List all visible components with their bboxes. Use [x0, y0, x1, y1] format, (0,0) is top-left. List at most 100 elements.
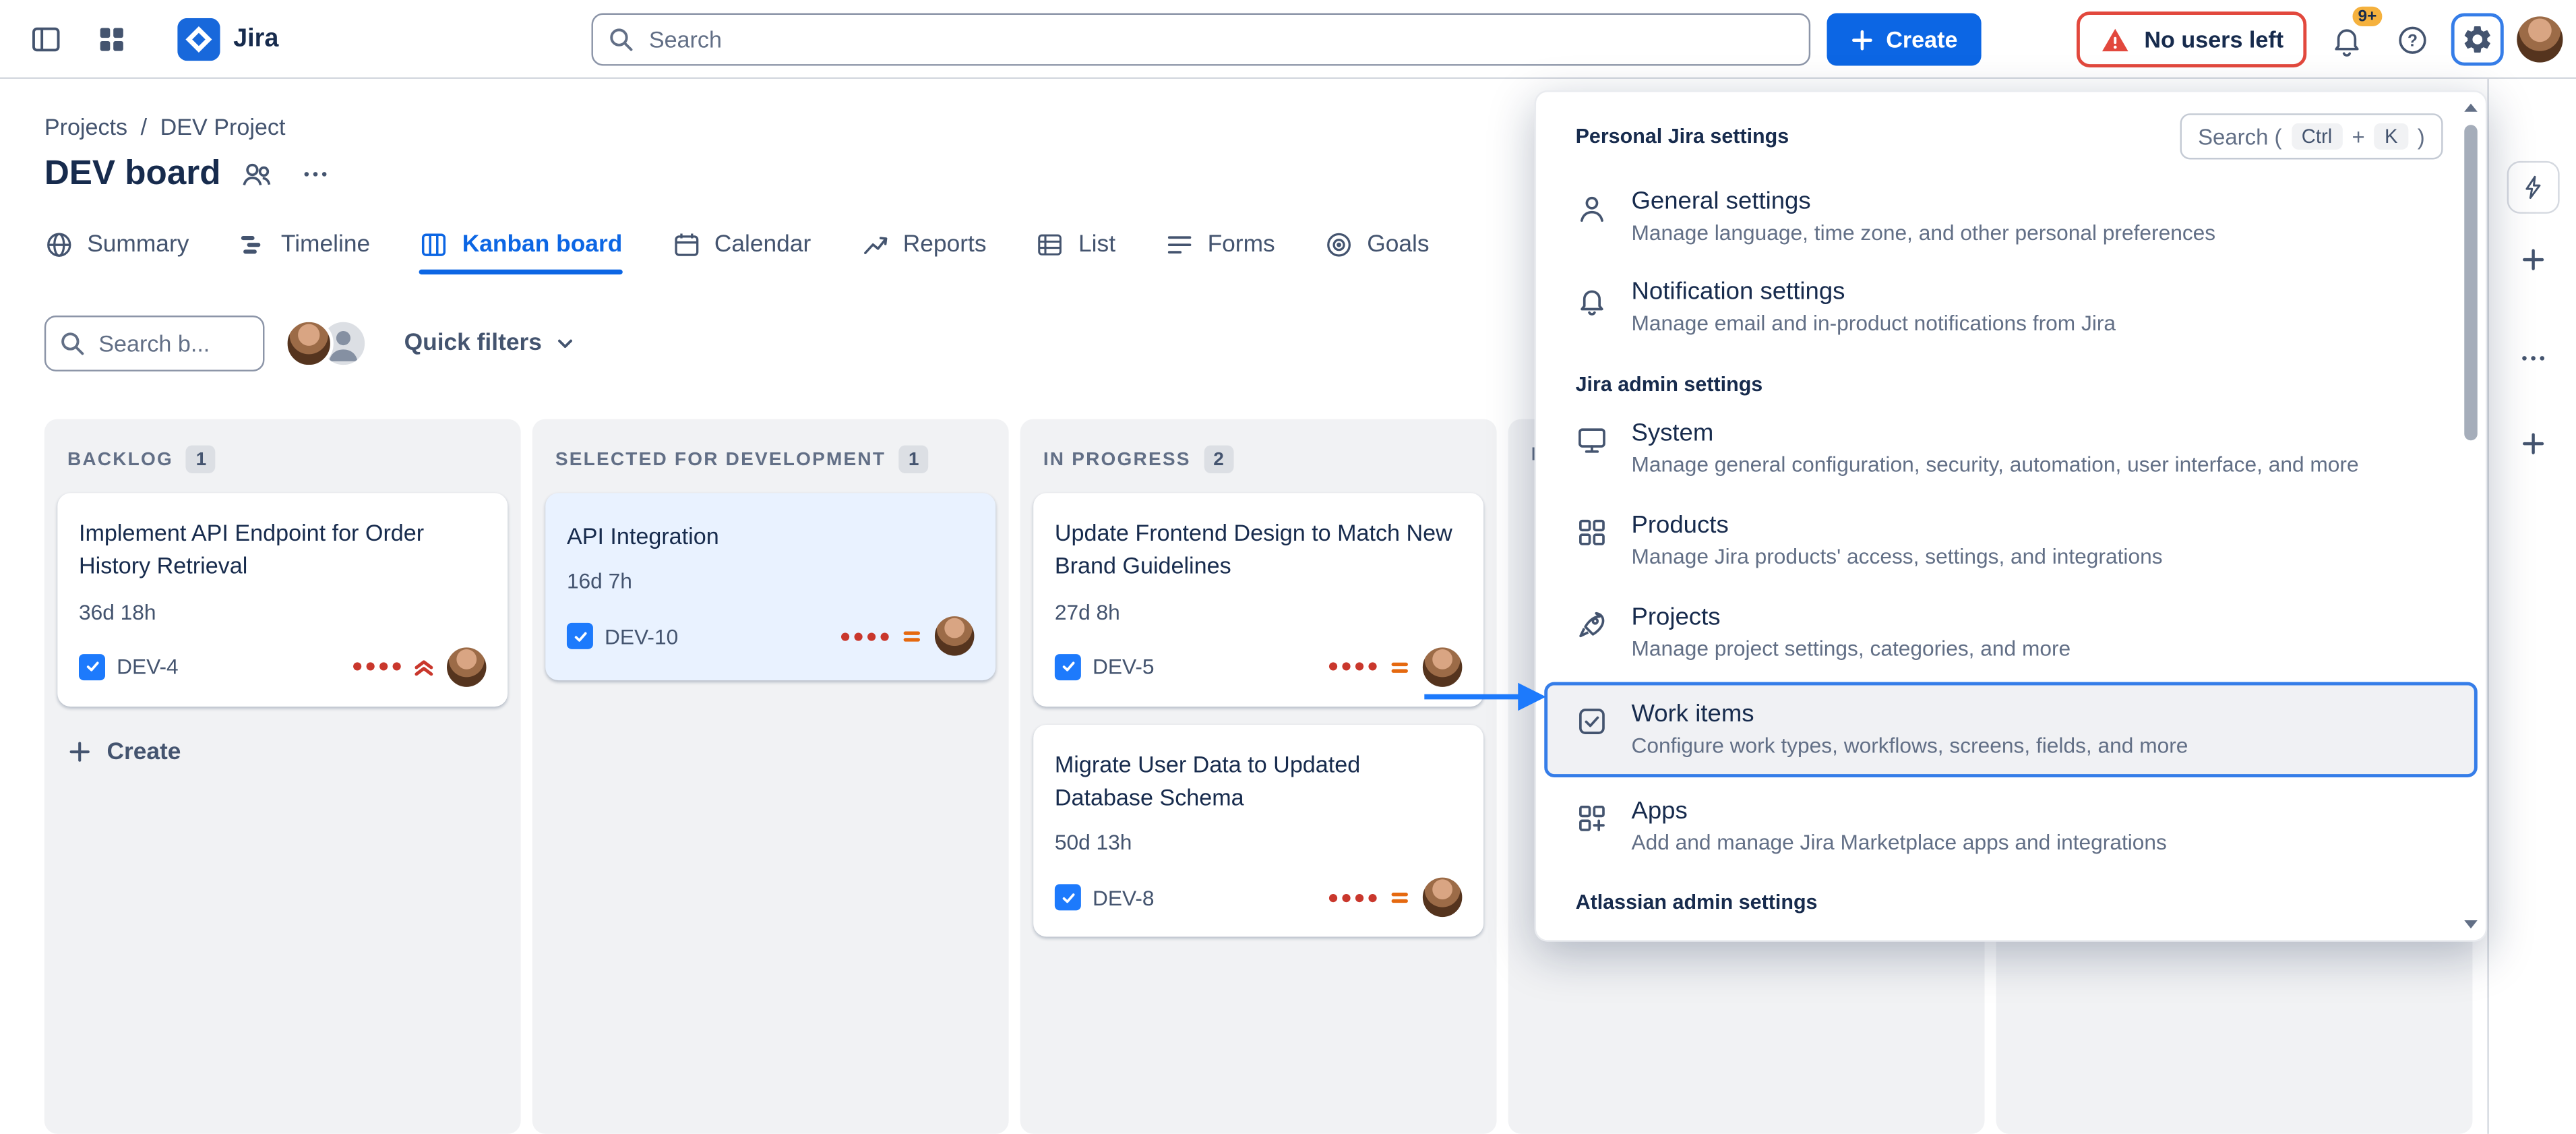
column-name: SELECTED FOR DEVELOPMENT: [555, 450, 886, 469]
assignee-avatar[interactable]: [935, 617, 975, 657]
aging-dots: [841, 632, 889, 640]
board-members-button[interactable]: [234, 151, 280, 197]
menu-item-title: Projects: [1631, 603, 2071, 631]
rail-add-column-button[interactable]: [2507, 417, 2560, 470]
page-title: DEV board: [44, 154, 221, 194]
create-button[interactable]: Create: [1827, 13, 1981, 66]
quick-filters-button[interactable]: Quick filters: [388, 319, 592, 368]
task-type-icon: [1055, 885, 1081, 911]
sidebar-toggle-icon: [30, 23, 63, 56]
priority-medium-icon: [1388, 886, 1411, 909]
svg-text:?: ?: [2407, 31, 2417, 49]
work-item-card-selected[interactable]: API Integration 16d 7h DEV-10: [545, 493, 995, 681]
create-button-label: Create: [1886, 26, 1957, 53]
assignee-filter-avatar[interactable]: [284, 319, 334, 368]
menu-item-apps[interactable]: Apps Add and manage Jira Marketplace app…: [1536, 781, 2486, 873]
globe-icon: [44, 230, 74, 260]
alert-label: No users left: [2144, 26, 2283, 53]
people-icon: [241, 158, 274, 191]
column-count-badge: 1: [899, 446, 929, 473]
board-icon: [419, 230, 449, 260]
tab-forms[interactable]: Forms: [1165, 230, 1275, 260]
scroll-down-arrow[interactable]: [2464, 920, 2478, 928]
help-button[interactable]: ?: [2385, 13, 2438, 66]
card-title: API Integration: [567, 519, 975, 552]
sidebar-toggle-button[interactable]: [20, 13, 72, 66]
notification-count-badge: 9+: [2350, 3, 2386, 30]
column-create-button[interactable]: Create: [61, 729, 187, 775]
plus-icon: [2520, 247, 2546, 273]
menu-item-notification-settings[interactable]: Notification settings Manage email and i…: [1536, 263, 2486, 355]
plus-icon: [67, 740, 92, 765]
table-icon: [1036, 230, 1066, 260]
search-icon: [59, 330, 86, 357]
menu-item-products[interactable]: Products Manage Jira products' access, s…: [1536, 496, 2486, 587]
top-navigation-bar: Jira Create No users left: [0, 0, 2576, 79]
settings-section-jira-admin: Jira admin settings: [1536, 355, 2486, 404]
breadcrumb-project-link[interactable]: DEV Project: [160, 113, 286, 140]
rail-add-button[interactable]: [2507, 233, 2560, 286]
rail-more-button[interactable]: [2507, 332, 2560, 384]
key-k: K: [2374, 123, 2408, 150]
menu-item-general-settings[interactable]: General settings Manage language, time z…: [1536, 171, 2486, 263]
menu-item-system[interactable]: System Manage general configuration, sec…: [1536, 404, 2486, 496]
settings-button[interactable]: [2451, 13, 2504, 66]
popup-scrollbar[interactable]: [2463, 98, 2481, 933]
settings-search-shortcut[interactable]: Search ( Ctrl + K ): [2180, 113, 2443, 159]
column-backlog: BACKLOG 1 Implement API Endpoint for Ord…: [44, 419, 521, 1134]
monitor-icon: [1576, 425, 1609, 458]
tab-reports[interactable]: Reports: [860, 230, 986, 260]
create-label: Create: [106, 739, 181, 765]
assignee-avatar[interactable]: [1423, 878, 1463, 918]
tab-label: Reports: [903, 232, 987, 258]
menu-item-projects[interactable]: Projects Manage project settings, catego…: [1536, 588, 2486, 680]
work-item-card[interactable]: Implement API Endpoint for Order History…: [57, 493, 508, 706]
tab-kanban-board[interactable]: Kanban board: [419, 230, 622, 260]
automation-button[interactable]: [2507, 161, 2560, 214]
app-grid-icon: [95, 23, 128, 56]
grid-icon: [1576, 516, 1609, 549]
apps-icon: [1576, 802, 1609, 835]
profile-avatar[interactable]: [2517, 16, 2563, 62]
work-item-card[interactable]: Update Frontend Design to Match New Bran…: [1033, 493, 1483, 706]
shortcut-close: ): [2418, 124, 2425, 149]
settings-section-personal: Personal Jira settings: [1576, 125, 1789, 148]
aging-dots: [353, 663, 401, 671]
priority-highest-icon: [412, 655, 435, 678]
tab-summary[interactable]: Summary: [44, 230, 189, 260]
card-title: Migrate User Data to Updated Database Sc…: [1055, 747, 1463, 814]
assignee-avatar[interactable]: [447, 647, 487, 686]
work-item-key: DEV-5: [1093, 654, 1155, 679]
menu-item-title: General settings: [1631, 187, 2215, 214]
scroll-up-arrow[interactable]: [2464, 104, 2478, 112]
tab-goals[interactable]: Goals: [1324, 230, 1430, 260]
calendar-icon: [671, 230, 701, 260]
key-ctrl: Ctrl: [2292, 123, 2342, 150]
board-more-button[interactable]: [293, 151, 339, 197]
menu-item-description: Manage email and in-product notification…: [1631, 311, 2116, 339]
column-name: IN PROGRESS: [1043, 450, 1191, 469]
settings-section-atlassian-admin: Atlassian admin settings: [1536, 873, 2486, 922]
priority-medium-icon: [900, 625, 923, 648]
search-icon: [608, 26, 634, 53]
notifications-button[interactable]: 9+: [2320, 13, 2372, 66]
tab-list[interactable]: List: [1036, 230, 1115, 260]
target-icon: [1324, 230, 1354, 260]
menu-item-title: Work items: [1631, 700, 2188, 727]
tab-calendar[interactable]: Calendar: [671, 230, 811, 260]
global-search-input[interactable]: [592, 13, 1811, 66]
tab-label: Forms: [1208, 232, 1275, 258]
card-title: Implement API Endpoint for Order History…: [79, 516, 487, 583]
menu-item-work-items[interactable]: Work items Configure work types, workflo…: [1544, 683, 2478, 778]
scrollbar-thumb[interactable]: [2464, 125, 2478, 440]
tab-timeline[interactable]: Timeline: [239, 230, 371, 260]
lightning-icon: [2520, 174, 2546, 200]
column-name: BACKLOG: [67, 450, 173, 469]
jira-home-link[interactable]: Jira: [177, 18, 278, 61]
work-item-card[interactable]: Migrate User Data to Updated Database Sc…: [1033, 724, 1483, 937]
breadcrumb-projects-link[interactable]: Projects: [44, 113, 127, 140]
card-title: Update Frontend Design to Match New Bran…: [1055, 516, 1463, 583]
app-switcher-button[interactable]: [86, 13, 138, 66]
no-users-left-button[interactable]: No users left: [2077, 11, 2306, 67]
tab-label: Calendar: [714, 232, 811, 258]
